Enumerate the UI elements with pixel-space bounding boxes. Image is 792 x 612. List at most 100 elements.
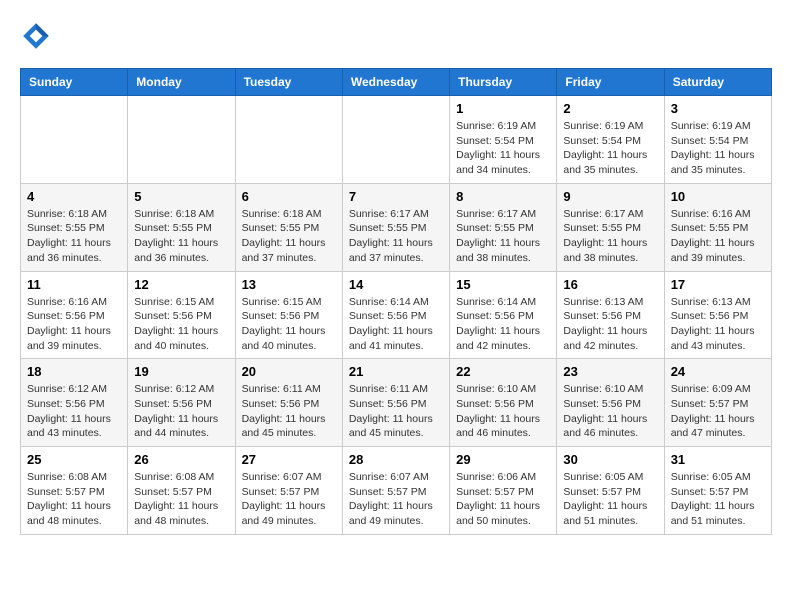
day-number: 20 xyxy=(242,364,336,379)
day-info: Sunrise: 6:18 AM Sunset: 5:55 PM Dayligh… xyxy=(242,207,336,266)
day-number: 26 xyxy=(134,452,228,467)
day-info: Sunrise: 6:09 AM Sunset: 5:57 PM Dayligh… xyxy=(671,382,765,441)
calendar-cell xyxy=(21,96,128,184)
calendar-week-row: 25 Sunrise: 6:08 AM Sunset: 5:57 PM Dayli… xyxy=(21,447,772,535)
day-info: Sunrise: 6:07 AM Sunset: 5:57 PM Dayligh… xyxy=(349,470,443,529)
day-number: 6 xyxy=(242,189,336,204)
calendar-cell: 8 Sunrise: 6:17 AM Sunset: 5:55 PM Daylig… xyxy=(450,183,557,271)
day-info: Sunrise: 6:19 AM Sunset: 5:54 PM Dayligh… xyxy=(456,119,550,178)
day-info: Sunrise: 6:18 AM Sunset: 5:55 PM Dayligh… xyxy=(134,207,228,266)
day-info: Sunrise: 6:06 AM Sunset: 5:57 PM Dayligh… xyxy=(456,470,550,529)
day-number: 9 xyxy=(563,189,657,204)
day-info: Sunrise: 6:08 AM Sunset: 5:57 PM Dayligh… xyxy=(27,470,121,529)
weekday-header: Monday xyxy=(128,69,235,96)
day-info: Sunrise: 6:17 AM Sunset: 5:55 PM Dayligh… xyxy=(349,207,443,266)
day-number: 19 xyxy=(134,364,228,379)
weekday-header: Sunday xyxy=(21,69,128,96)
calendar-cell: 23 Sunrise: 6:10 AM Sunset: 5:56 PM Dayli… xyxy=(557,359,664,447)
day-number: 8 xyxy=(456,189,550,204)
calendar-cell xyxy=(235,96,342,184)
calendar-cell: 17Sunrise: 6:13 AM Sunset: 5:56 PM Dayli… xyxy=(664,271,771,359)
calendar-cell: 30 Sunrise: 6:05 AM Sunset: 5:57 PM Dayli… xyxy=(557,447,664,535)
calendar-cell: 21 Sunrise: 6:11 AM Sunset: 5:56 PM Dayli… xyxy=(342,359,449,447)
day-info: Sunrise: 6:05 AM Sunset: 5:57 PM Dayligh… xyxy=(563,470,657,529)
day-number: 14 xyxy=(349,277,443,292)
day-info: Sunrise: 6:16 AM Sunset: 5:56 PM Dayligh… xyxy=(27,295,121,354)
calendar-cell: 31 Sunrise: 6:05 AM Sunset: 5:57 PM Dayli… xyxy=(664,447,771,535)
day-number: 10 xyxy=(671,189,765,204)
day-info: Sunrise: 6:14 AM Sunset: 5:56 PM Dayligh… xyxy=(456,295,550,354)
calendar-cell xyxy=(342,96,449,184)
calendar-cell xyxy=(128,96,235,184)
calendar-cell: 27Sunrise: 6:07 AM Sunset: 5:57 PM Dayli… xyxy=(235,447,342,535)
calendar-cell: 10 Sunrise: 6:16 AM Sunset: 5:55 PM Dayli… xyxy=(664,183,771,271)
calendar-cell: 26 Sunrise: 6:08 AM Sunset: 5:57 PM Dayli… xyxy=(128,447,235,535)
calendar-cell: 2 Sunrise: 6:19 AM Sunset: 5:54 PM Daylig… xyxy=(557,96,664,184)
calendar-cell: 4 Sunrise: 6:18 AM Sunset: 5:55 PM Daylig… xyxy=(21,183,128,271)
logo xyxy=(20,20,56,52)
day-info: Sunrise: 6:15 AM Sunset: 5:56 PM Dayligh… xyxy=(242,295,336,354)
day-number: 24 xyxy=(671,364,765,379)
day-number: 7 xyxy=(349,189,443,204)
day-number: 12 xyxy=(134,277,228,292)
day-number: 23 xyxy=(563,364,657,379)
day-number: 1 xyxy=(456,101,550,116)
day-number: 11 xyxy=(27,277,121,292)
day-number: 17 xyxy=(671,277,765,292)
weekday-header: Thursday xyxy=(450,69,557,96)
calendar-cell: 29Sunrise: 6:06 AM Sunset: 5:57 PM Dayli… xyxy=(450,447,557,535)
day-number: 25 xyxy=(27,452,121,467)
calendar-cell: 7 Sunrise: 6:17 AM Sunset: 5:55 PM Daylig… xyxy=(342,183,449,271)
day-number: 5 xyxy=(134,189,228,204)
calendar-cell: 11 Sunrise: 6:16 AM Sunset: 5:56 PM Dayli… xyxy=(21,271,128,359)
day-number: 28 xyxy=(349,452,443,467)
day-number: 16 xyxy=(563,277,657,292)
day-number: 27 xyxy=(242,452,336,467)
calendar-cell: 24 Sunrise: 6:09 AM Sunset: 5:57 PM Dayli… xyxy=(664,359,771,447)
calendar-week-row: 18 Sunrise: 6:12 AM Sunset: 5:56 PM Dayli… xyxy=(21,359,772,447)
calendar-cell: 9 Sunrise: 6:17 AM Sunset: 5:55 PM Daylig… xyxy=(557,183,664,271)
day-info: Sunrise: 6:12 AM Sunset: 5:56 PM Dayligh… xyxy=(134,382,228,441)
day-info: Sunrise: 6:05 AM Sunset: 5:57 PM Dayligh… xyxy=(671,470,765,529)
day-info: Sunrise: 6:19 AM Sunset: 5:54 PM Dayligh… xyxy=(563,119,657,178)
calendar-cell: 20 Sunrise: 6:11 AM Sunset: 5:56 PM Dayli… xyxy=(235,359,342,447)
calendar-cell: 1 Sunrise: 6:19 AM Sunset: 5:54 PM Daylig… xyxy=(450,96,557,184)
calendar-cell: 18 Sunrise: 6:12 AM Sunset: 5:56 PM Dayli… xyxy=(21,359,128,447)
day-number: 31 xyxy=(671,452,765,467)
calendar-cell: 25 Sunrise: 6:08 AM Sunset: 5:57 PM Dayli… xyxy=(21,447,128,535)
page-header xyxy=(20,20,772,52)
calendar-cell: 12Sunrise: 6:15 AM Sunset: 5:56 PM Dayli… xyxy=(128,271,235,359)
weekday-header: Friday xyxy=(557,69,664,96)
day-number: 2 xyxy=(563,101,657,116)
day-info: Sunrise: 6:12 AM Sunset: 5:56 PM Dayligh… xyxy=(27,382,121,441)
calendar-cell: 16 Sunrise: 6:13 AM Sunset: 5:56 PM Dayli… xyxy=(557,271,664,359)
day-number: 21 xyxy=(349,364,443,379)
calendar-week-row: 11 Sunrise: 6:16 AM Sunset: 5:56 PM Dayli… xyxy=(21,271,772,359)
calendar-cell: 5 Sunrise: 6:18 AM Sunset: 5:55 PM Daylig… xyxy=(128,183,235,271)
calendar-cell: 19 Sunrise: 6:12 AM Sunset: 5:56 PM Dayli… xyxy=(128,359,235,447)
day-number: 30 xyxy=(563,452,657,467)
day-info: Sunrise: 6:18 AM Sunset: 5:55 PM Dayligh… xyxy=(27,207,121,266)
day-info: Sunrise: 6:10 AM Sunset: 5:56 PM Dayligh… xyxy=(456,382,550,441)
day-info: Sunrise: 6:14 AM Sunset: 5:56 PM Dayligh… xyxy=(349,295,443,354)
day-info: Sunrise: 6:08 AM Sunset: 5:57 PM Dayligh… xyxy=(134,470,228,529)
weekday-header: Tuesday xyxy=(235,69,342,96)
day-info: Sunrise: 6:17 AM Sunset: 5:55 PM Dayligh… xyxy=(456,207,550,266)
day-info: Sunrise: 6:19 AM Sunset: 5:54 PM Dayligh… xyxy=(671,119,765,178)
weekday-header: Wednesday xyxy=(342,69,449,96)
day-info: Sunrise: 6:16 AM Sunset: 5:55 PM Dayligh… xyxy=(671,207,765,266)
day-number: 18 xyxy=(27,364,121,379)
day-info: Sunrise: 6:11 AM Sunset: 5:56 PM Dayligh… xyxy=(242,382,336,441)
day-info: Sunrise: 6:10 AM Sunset: 5:56 PM Dayligh… xyxy=(563,382,657,441)
day-info: Sunrise: 6:13 AM Sunset: 5:56 PM Dayligh… xyxy=(563,295,657,354)
logo-icon xyxy=(20,20,52,52)
calendar-week-row: 1 Sunrise: 6:19 AM Sunset: 5:54 PM Daylig… xyxy=(21,96,772,184)
day-number: 3 xyxy=(671,101,765,116)
day-info: Sunrise: 6:11 AM Sunset: 5:56 PM Dayligh… xyxy=(349,382,443,441)
day-number: 13 xyxy=(242,277,336,292)
calendar-table: SundayMondayTuesdayWednesdayThursdayFrid… xyxy=(20,68,772,535)
day-number: 4 xyxy=(27,189,121,204)
day-number: 22 xyxy=(456,364,550,379)
day-info: Sunrise: 6:17 AM Sunset: 5:55 PM Dayligh… xyxy=(563,207,657,266)
calendar-week-row: 4 Sunrise: 6:18 AM Sunset: 5:55 PM Daylig… xyxy=(21,183,772,271)
